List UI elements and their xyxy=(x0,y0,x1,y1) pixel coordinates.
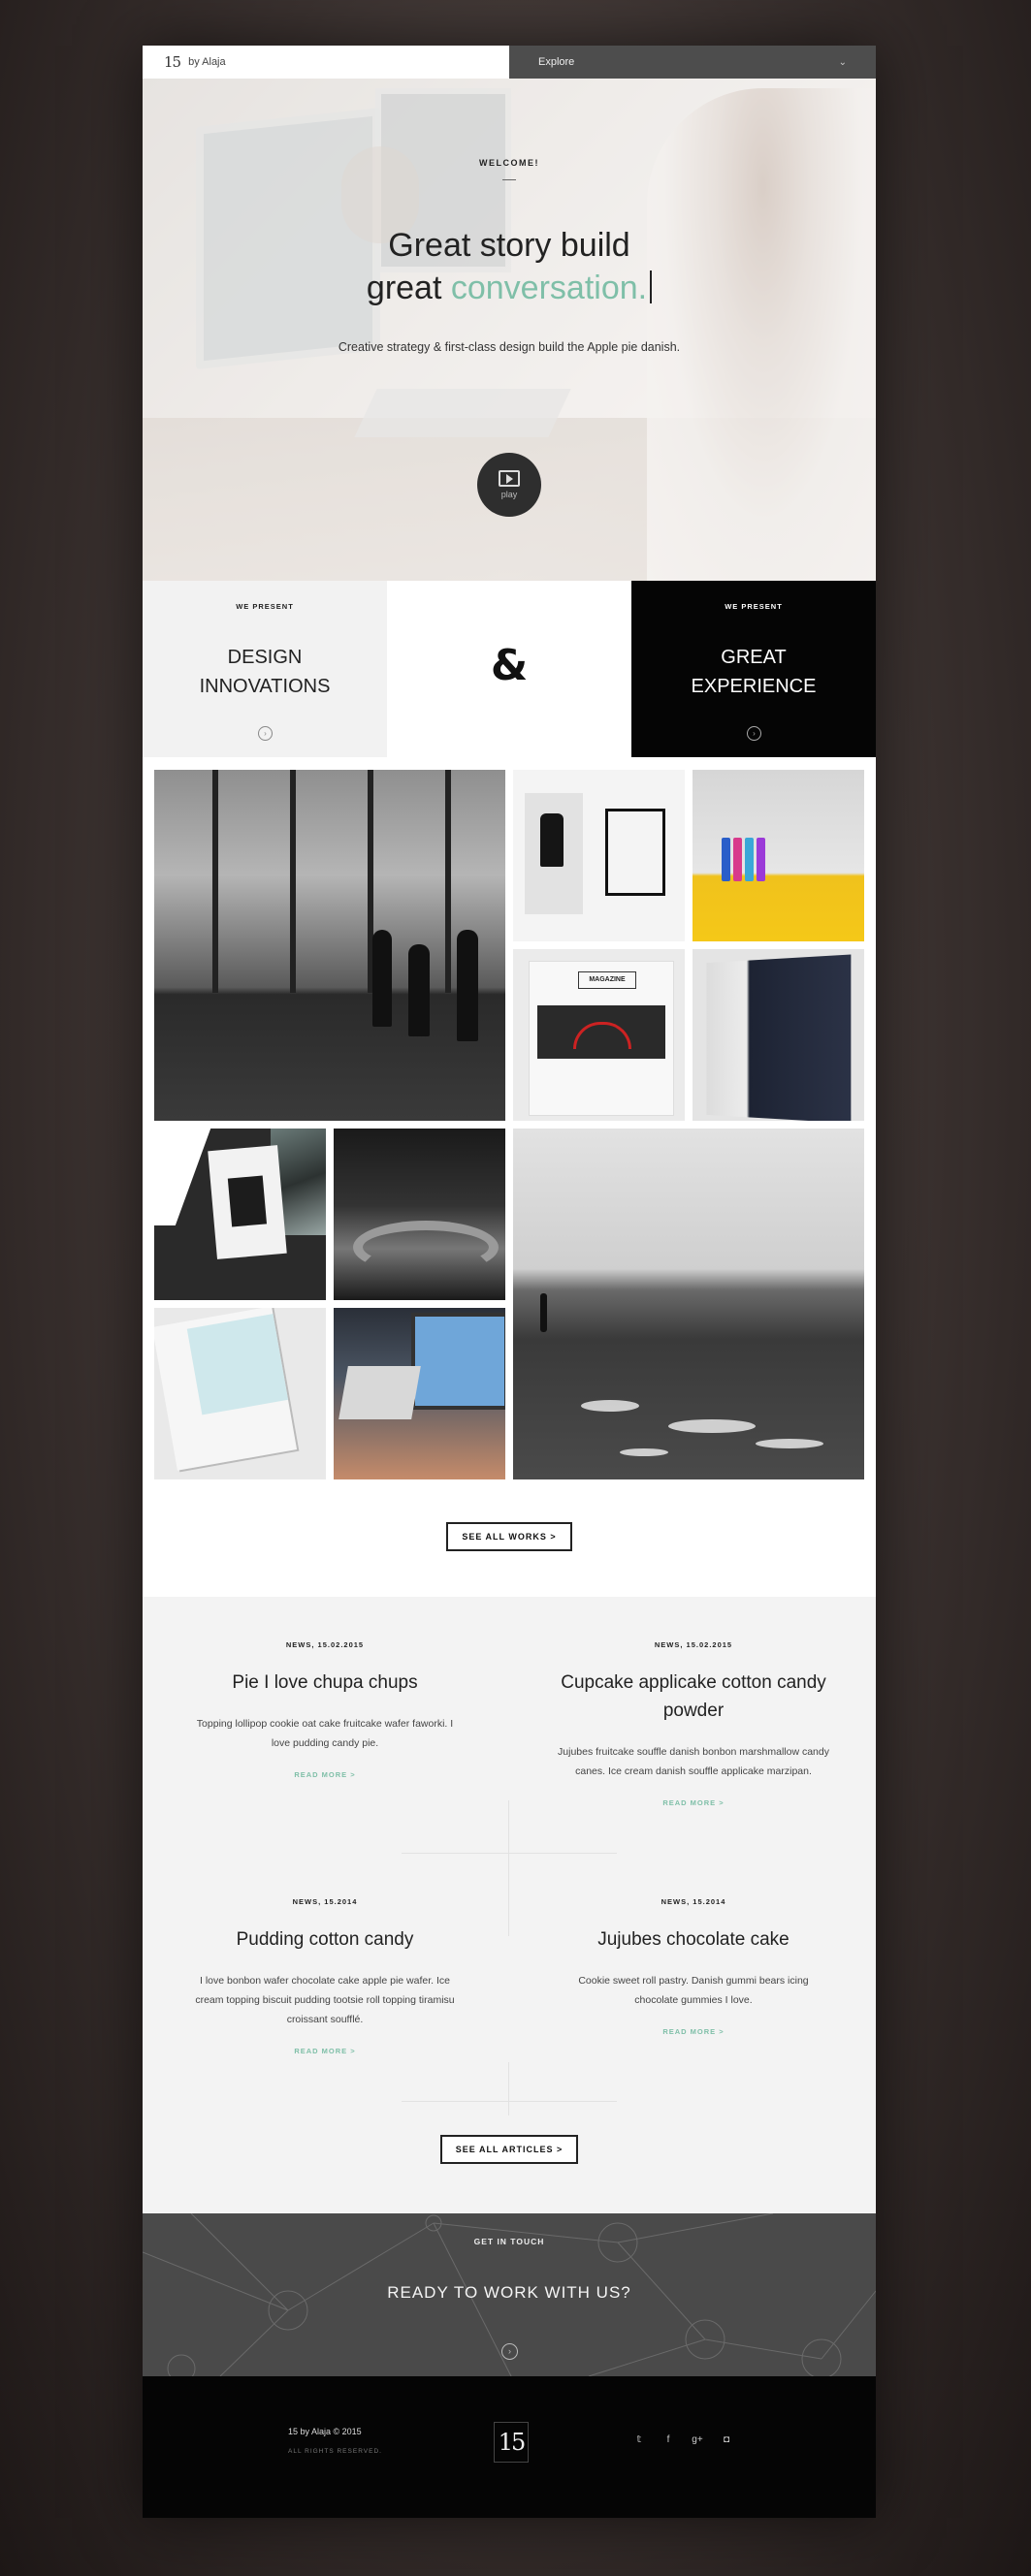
great-experience-card[interactable]: WE PRESENT GREAT EXPERIENCE › xyxy=(631,581,876,757)
article-title[interactable]: Pie I love chupa chups xyxy=(179,1669,470,1697)
gallery-image-beach[interactable] xyxy=(513,1129,864,1479)
gallery-image-notebook[interactable] xyxy=(154,1308,326,1479)
read-more-link[interactable]: READ MORE > xyxy=(179,2047,470,2055)
hero-kicker: WELCOME! xyxy=(479,158,539,168)
card-kicker: WE PRESENT xyxy=(236,602,294,611)
article-date: NEWS, 15.2014 xyxy=(660,1897,726,1906)
logo[interactable]: 15 xyxy=(164,53,181,71)
news-section: NEWS, 15.02.2015 Pie I love chupa chups … xyxy=(143,1597,876,2213)
headline-line-2: great conversation. xyxy=(143,267,876,309)
chevron-down-icon: ⌄ xyxy=(838,56,847,68)
portfolio-gallery: MAGAZINE xyxy=(154,770,864,1482)
gallery-image-magazine[interactable]: MAGAZINE xyxy=(513,949,685,1121)
explore-label: Explore xyxy=(538,56,575,68)
film-icon xyxy=(499,470,520,487)
arrow-right-icon[interactable]: › xyxy=(747,726,761,741)
headline-accent: conversation. xyxy=(450,270,648,306)
see-all-works-button[interactable]: SEE ALL WORKS > xyxy=(446,1522,572,1551)
hero-subline: Creative strategy & first-class design b… xyxy=(338,340,681,354)
facebook-icon[interactable]: f xyxy=(661,2434,675,2445)
card-title: DESIGN INNOVATIONS xyxy=(143,643,387,701)
magazine-title: MAGAZINE xyxy=(578,971,636,989)
divider xyxy=(502,179,516,180)
news-article: NEWS, 15.2014 Pudding cotton candy I lov… xyxy=(179,1897,470,2055)
gallery-image-markers[interactable] xyxy=(693,770,864,941)
news-article: NEWS, 15.02.2015 Cupcake applicake cotto… xyxy=(548,1640,839,1807)
gallery-image-fashion[interactable] xyxy=(513,770,685,941)
brand-name: by Alaja xyxy=(188,56,226,68)
ampersand: & xyxy=(490,641,529,690)
get-in-touch-section: GET IN TOUCH READY TO WORK WITH US? › xyxy=(143,2213,876,2376)
see-all-articles-button[interactable]: SEE ALL ARTICLES > xyxy=(440,2135,578,2164)
play-button[interactable]: play xyxy=(477,453,541,517)
social-links: 𝕥 f g+ ◘ xyxy=(632,2434,733,2445)
article-excerpt: Jujubes fruitcake souffle danish bonbon … xyxy=(558,1746,829,1777)
design-innovations-card[interactable]: WE PRESENT DESIGN INNOVATIONS › xyxy=(143,581,387,757)
instagram-icon[interactable]: ◘ xyxy=(720,2434,733,2445)
text-cursor xyxy=(650,270,653,303)
arrow-right-icon[interactable]: › xyxy=(501,2343,518,2360)
card-title: GREAT EXPERIENCE xyxy=(631,643,876,701)
hero: WELCOME! Great story build great convers… xyxy=(143,79,876,581)
top-bar: 15 by Alaja Explore ⌄ xyxy=(143,46,876,79)
divider xyxy=(508,1800,509,1936)
gallery-image-rope[interactable] xyxy=(334,1129,505,1300)
rights-reserved: ALL RIGHTS RESERVED. xyxy=(288,2448,382,2455)
read-more-link[interactable]: READ MORE > xyxy=(548,2027,839,2036)
article-excerpt: Topping lollipop cookie oat cake fruitca… xyxy=(196,1718,454,1749)
arrow-right-icon[interactable]: › xyxy=(258,726,273,741)
hero-headline: Great story build great conversation. xyxy=(143,224,876,309)
card-title-line: GREAT xyxy=(721,647,787,668)
gallery-image-print[interactable] xyxy=(154,1129,326,1300)
brand[interactable]: 15 by Alaja xyxy=(143,46,509,79)
gallery-image-city-view[interactable] xyxy=(154,770,505,1121)
copyright: 15 by Alaja © 2015 xyxy=(288,2427,362,2436)
article-date: NEWS, 15.02.2015 xyxy=(285,1640,365,1649)
page: 15 by Alaja Explore ⌄ WELCOME! Great sto… xyxy=(143,46,876,2518)
section-title: READY TO WORK WITH US? xyxy=(387,2283,631,2302)
card-title-line: EXPERIENCE xyxy=(691,676,817,697)
article-date: NEWS, 15.2014 xyxy=(292,1897,358,1906)
twitter-icon[interactable]: 𝕥 xyxy=(632,2434,646,2445)
article-title[interactable]: Pudding cotton candy xyxy=(179,1925,470,1954)
article-title[interactable]: Jujubes chocolate cake xyxy=(548,1925,839,1954)
ampersand-card: & xyxy=(387,581,631,757)
card-title-line: INNOVATIONS xyxy=(199,676,331,697)
read-more-link[interactable]: READ MORE > xyxy=(548,1798,839,1807)
article-excerpt: Cookie sweet roll pastry. Danish gummi b… xyxy=(578,1975,809,2006)
article-title[interactable]: Cupcake applicake cotton candy powder xyxy=(548,1669,839,1725)
news-article: NEWS, 15.02.2015 Pie I love chupa chups … xyxy=(179,1640,470,1779)
divider xyxy=(508,2062,509,2115)
card-kicker: WE PRESENT xyxy=(725,602,783,611)
section-kicker: GET IN TOUCH xyxy=(473,2237,545,2246)
google-plus-icon[interactable]: g+ xyxy=(691,2434,704,2445)
explore-dropdown[interactable]: Explore ⌄ xyxy=(509,46,876,79)
present-row: WE PRESENT DESIGN INNOVATIONS › & WE PRE… xyxy=(143,581,876,757)
card-title-line: DESIGN xyxy=(227,647,303,668)
gallery-image-book[interactable] xyxy=(693,949,864,1121)
headline-plain: great xyxy=(366,270,451,306)
news-article: NEWS, 15.2014 Jujubes chocolate cake Coo… xyxy=(548,1897,839,2036)
article-date: NEWS, 15.02.2015 xyxy=(654,1640,733,1649)
play-label: play xyxy=(500,490,518,499)
read-more-link[interactable]: READ MORE > xyxy=(179,1770,470,1779)
divider xyxy=(402,2101,617,2102)
article-excerpt: I love bonbon wafer chocolate cake apple… xyxy=(195,1975,455,2025)
divider xyxy=(402,1853,617,1854)
footer-logo[interactable]: 15 xyxy=(494,2422,529,2463)
headline-line-1: Great story build xyxy=(388,227,630,264)
footer: 15 by Alaja © 2015 ALL RIGHTS RESERVED. … xyxy=(143,2376,876,2518)
gallery-image-laptop[interactable] xyxy=(334,1308,505,1479)
